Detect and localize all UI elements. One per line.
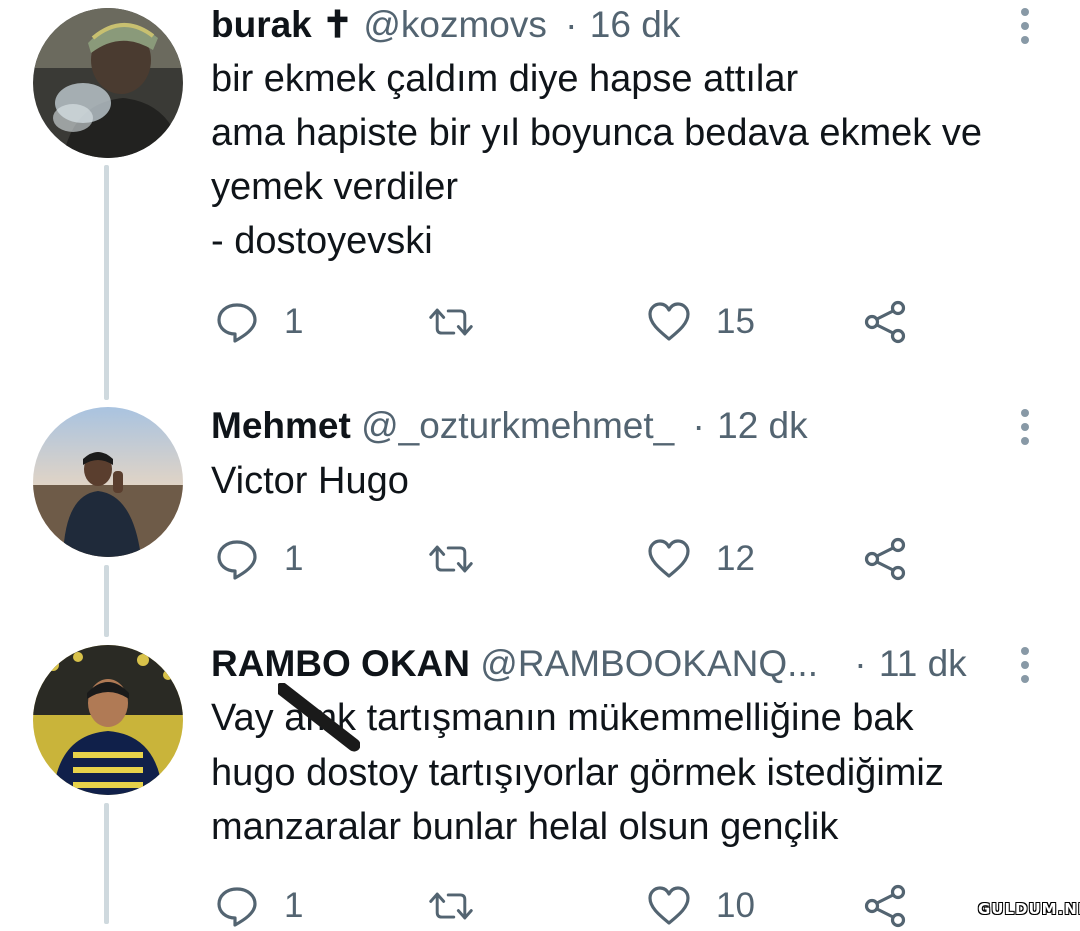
share-button[interactable] [862,534,908,584]
reply-icon [217,303,257,343]
thread-line [104,565,109,637]
more-options-icon[interactable] [1015,407,1035,447]
timestamp[interactable]: 12 dk [717,405,808,446]
reply-count: 1 [284,539,304,578]
timestamp[interactable]: 11 dk [879,643,967,684]
thread-line [104,165,109,400]
tweet-text-line: ama hapiste bir yıl boyunca bedava ekmek… [211,112,982,154]
like-button[interactable]: 15 [646,297,755,347]
thread-line [104,803,109,924]
share-icon [864,537,906,581]
like-count: 15 [716,302,755,341]
reply-button[interactable]: 1 [214,534,303,584]
tweet-text-line: manzaralar bunlar helal olsun gençlik [211,806,839,848]
more-options-icon[interactable] [1015,6,1035,46]
watermark: GULDUM.NET [978,900,1080,918]
tweet-text-line: bir ekmek çaldım diye hapse attılar [211,58,799,100]
separator: · [692,405,705,446]
retweet-icon [429,308,473,336]
tweet-header: Mehmet @_ozturkmehmet_ · 12 dk [211,401,808,451]
tweet-text-line: - dostoyevski [211,220,433,262]
tweet-header: burak ✝ @kozmovs · 16 dk [211,0,680,50]
user-handle[interactable]: @RAMBOOKANQ... [480,643,818,684]
separator: · [854,643,867,684]
more-options-icon[interactable] [1015,645,1035,685]
user-handle[interactable]: @kozmovs [363,4,547,45]
reply-count: 1 [284,302,304,341]
display-name[interactable]: burak ✝ [211,4,353,45]
reply-button[interactable]: 1 [214,297,303,347]
reply-count: 1 [284,886,304,925]
user-handle[interactable]: @_ozturkmehmet_ [361,405,674,446]
tweet-text-line: yemek verdiler [211,166,459,208]
like-count: 10 [716,886,755,925]
retweet-button[interactable] [428,297,498,347]
tweet-text-line: Victor Hugo [211,460,409,502]
retweet-button[interactable] [428,534,498,584]
share-icon [864,300,906,344]
timestamp[interactable]: 16 dk [590,4,681,45]
display-name[interactable]: Mehmet [211,405,351,446]
tweet-header: RAMBO OKAN @RAMBOOKANQ... · 11 dk [211,639,967,689]
reply-icon [217,887,257,927]
separator: · [565,4,578,45]
display-name[interactable]: RAMBO OKAN [211,643,470,684]
reply-icon [217,540,257,580]
avatar[interactable] [33,645,183,795]
heart-icon [648,302,690,341]
like-button[interactable]: 12 [646,534,755,584]
tweet-text-line: hugo dostoy tartışıyorlar görmek istediğ… [211,752,944,794]
share-icon [864,884,906,928]
avatar[interactable] [33,8,183,158]
censor-scribble [278,683,360,752]
retweet-icon [429,545,473,573]
heart-icon [648,539,690,578]
retweet-icon [429,892,473,920]
heart-icon [648,886,690,925]
share-button[interactable] [862,297,908,347]
avatar[interactable] [33,407,183,557]
like-count: 12 [716,539,755,578]
